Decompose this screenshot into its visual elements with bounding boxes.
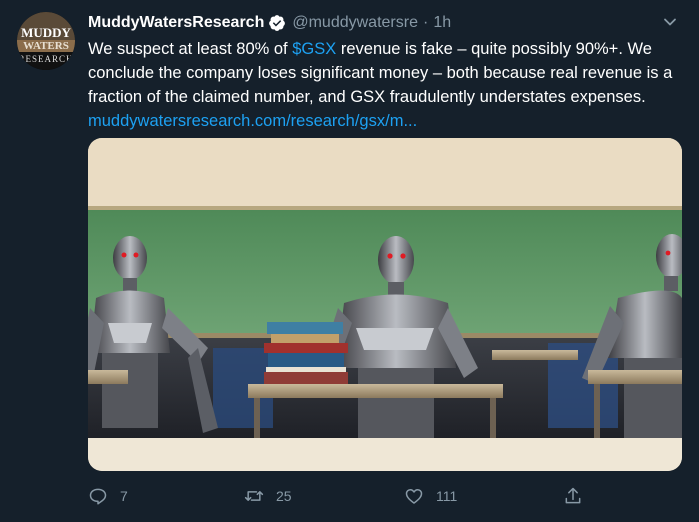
tweet-text-part: We suspect at least 80% of — [88, 40, 293, 58]
like-count: 111 — [436, 488, 458, 504]
share-icon — [565, 487, 581, 504]
reply-button[interactable]: 7 — [88, 485, 128, 507]
tweet[interactable]: MUDDY WATERS RESEARCH MuddyWatersResearc… — [0, 0, 699, 522]
like-icon — [405, 489, 423, 504]
research-link[interactable]: muddywatersresearch.com/research/gsx/m..… — [88, 112, 417, 130]
author-handle[interactable]: @muddywatersre — [292, 14, 418, 32]
avatar-logo-line1: MUDDY — [21, 25, 71, 40]
robots-classroom-image — [88, 138, 682, 471]
share-button[interactable] — [563, 485, 595, 507]
timestamp[interactable]: 1h — [433, 14, 451, 32]
avatar[interactable]: MUDDY WATERS RESEARCH — [17, 12, 75, 70]
cashtag-link[interactable]: $GSX — [292, 40, 336, 58]
separator: · — [422, 14, 429, 31]
retweet-button[interactable]: 25 — [244, 485, 292, 507]
author-name[interactable]: MuddyWatersResearch — [88, 14, 264, 32]
tweet-image[interactable] — [88, 138, 682, 471]
books-stack — [264, 322, 348, 386]
tweet-header: MuddyWatersResearch @muddywatersre · 1h — [88, 12, 451, 34]
retweet-count: 25 — [276, 488, 292, 504]
verified-badge-icon — [269, 15, 286, 31]
tweet-actions: 7 25 111 — [88, 485, 688, 507]
reply-count: 7 — [120, 488, 128, 504]
chevron-down-icon[interactable] — [662, 14, 678, 30]
like-button[interactable]: 111 — [404, 485, 457, 507]
avatar-logo-line3: RESEARCH — [18, 54, 74, 64]
avatar-logo-line2: WATERS — [23, 40, 69, 52]
tweet-text: We suspect at least 80% of $GSX revenue … — [88, 37, 683, 133]
reply-icon — [89, 488, 107, 505]
retweet-icon — [244, 491, 264, 501]
